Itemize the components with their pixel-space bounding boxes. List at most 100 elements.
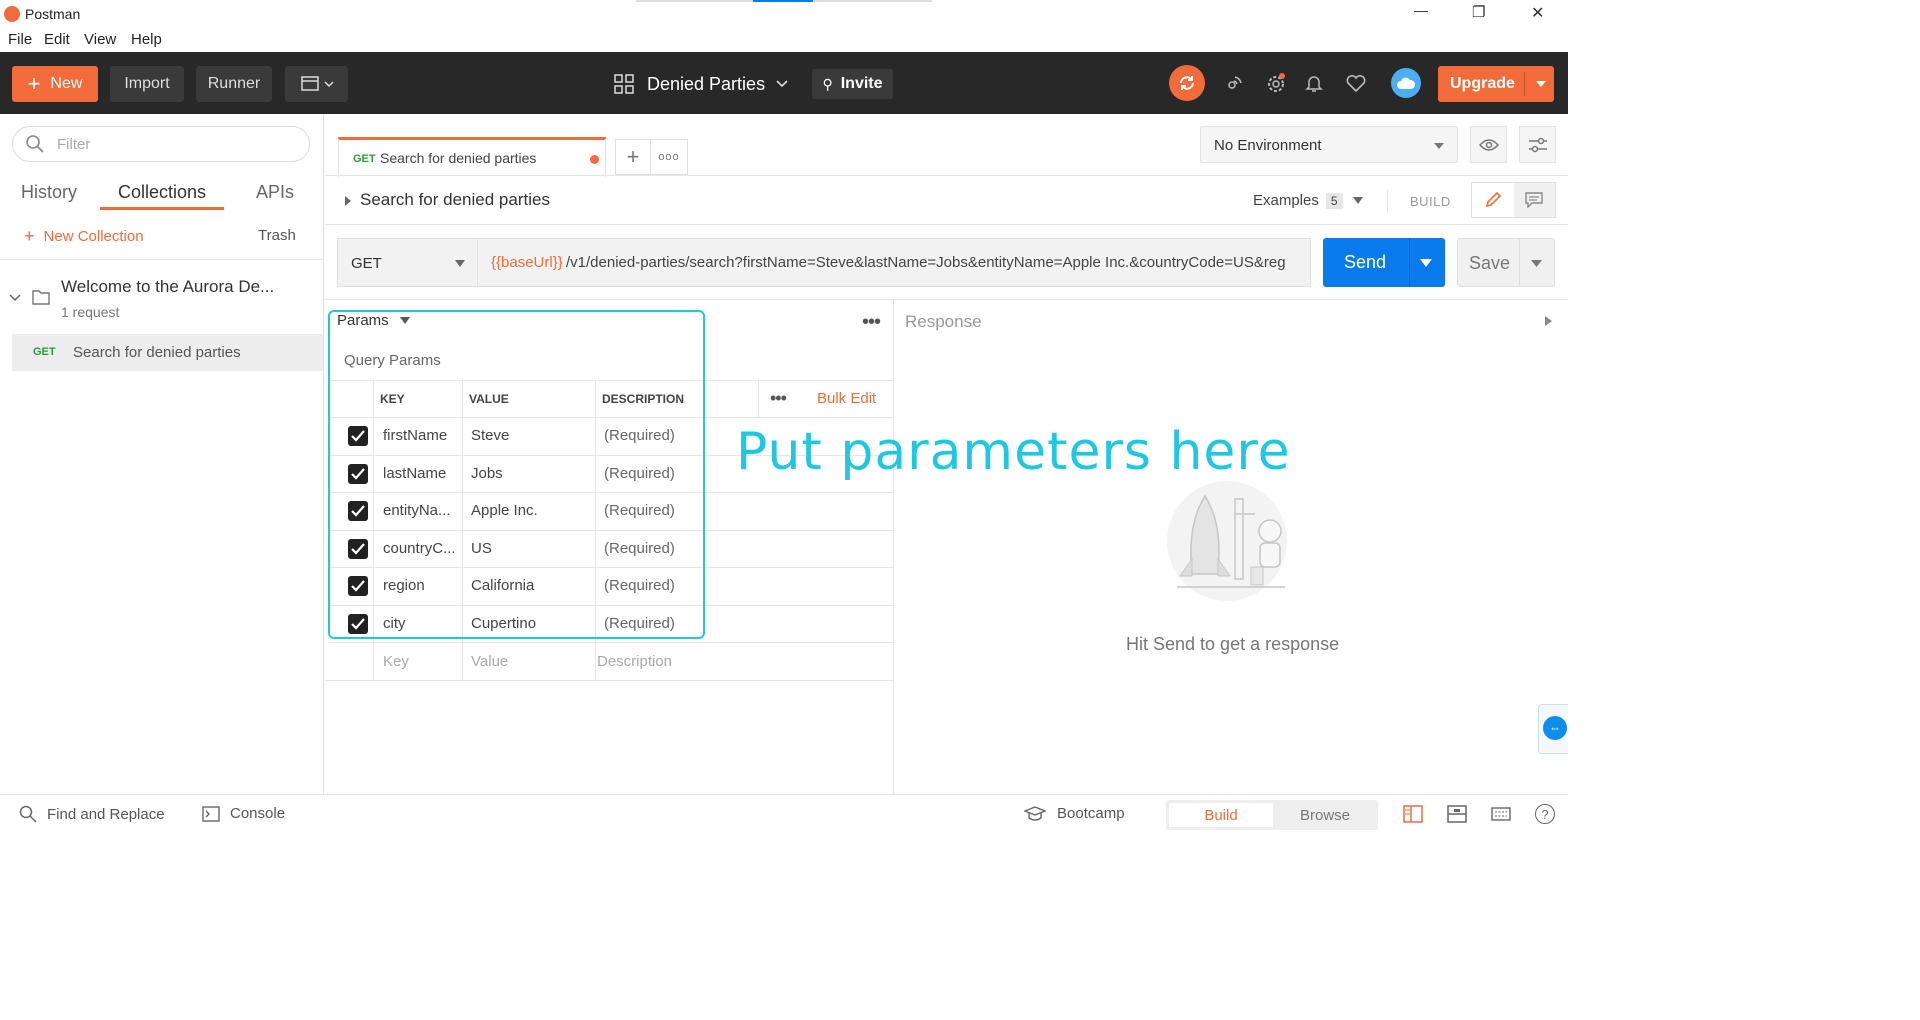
chevron-down-icon (9, 294, 21, 302)
tab-collections[interactable]: Collections (118, 182, 206, 203)
caret-right-icon[interactable] (344, 196, 352, 206)
examples-button[interactable]: Examples 5 (1253, 192, 1363, 209)
request-title[interactable]: Search for denied parties (360, 190, 550, 210)
sync-button[interactable] (1169, 65, 1205, 101)
unsaved-dot-icon (590, 155, 599, 164)
new-param-key[interactable]: Key (383, 653, 409, 670)
build-mode-toggle[interactable] (1471, 182, 1556, 218)
comments-button[interactable] (1513, 183, 1555, 217)
teamviewer-icon: ⇔ (1543, 716, 1567, 740)
runner-button[interactable]: Runner (196, 66, 272, 102)
status-bar: Find and Replace Console Bootcamp Build … (0, 794, 1568, 834)
caret-down-icon (1434, 143, 1444, 149)
settings-icon[interactable] (1265, 72, 1287, 94)
minimize-button[interactable]: — (1414, 2, 1428, 18)
build-label: BUILD (1410, 194, 1451, 209)
edit-mode-button[interactable] (1472, 183, 1514, 217)
cloud-icon (1397, 77, 1416, 89)
caret-down-icon (1352, 197, 1363, 204)
graduation-cap-icon (1024, 805, 1046, 821)
eye-icon (1478, 138, 1499, 151)
response-label: Response (905, 312, 982, 331)
window-title: Postman (25, 6, 81, 22)
filter-placeholder: Filter (57, 136, 91, 153)
keyboard-shortcuts-icon[interactable] (1491, 806, 1511, 822)
save-button[interactable]: Save (1457, 238, 1555, 287)
folder-icon (32, 290, 50, 305)
upgrade-button[interactable]: Upgrade (1438, 66, 1554, 102)
caret-down-icon (1536, 81, 1546, 87)
avatar[interactable] (1391, 68, 1421, 98)
new-button[interactable]: + New (12, 66, 98, 102)
window-plus-icon (300, 76, 334, 91)
comment-icon (1525, 192, 1543, 208)
pane-divider (893, 299, 894, 794)
menu-help[interactable]: Help (131, 31, 162, 48)
tab-history[interactable]: History (21, 182, 77, 203)
caret-down-icon (1531, 260, 1542, 267)
invite-button[interactable]: ⚲ Invite (812, 69, 893, 99)
workspace-switcher[interactable]: Denied Parties (614, 70, 789, 98)
menu-file[interactable]: File (8, 31, 32, 48)
postman-logo-icon (4, 6, 20, 22)
menu-bar: File Edit View Help (0, 28, 1568, 52)
build-browse-toggle[interactable]: Build Browse (1166, 800, 1378, 830)
url-input[interactable]: {{baseUrl}} /v1/denied-parties/search?fi… (478, 238, 1311, 287)
bulk-edit-button[interactable]: Bulk Edit (817, 390, 876, 407)
person-plus-icon: ⚲ (822, 75, 833, 92)
params-options-button[interactable]: ••• (862, 311, 881, 334)
table-options-button[interactable]: ••• (770, 388, 787, 409)
layout-icon[interactable] (1447, 805, 1467, 823)
environment-select[interactable]: No Environment (1200, 126, 1458, 163)
import-button[interactable]: Import (110, 66, 184, 102)
maximize-button[interactable]: ❐ (1472, 3, 1485, 21)
console-icon (202, 805, 220, 822)
teamviewer-widget[interactable]: ⇔ (1538, 704, 1568, 754)
caret-right-icon[interactable] (1545, 316, 1552, 326)
new-collection-button[interactable]: + New Collection (24, 226, 144, 247)
build-mode-tab[interactable]: Build (1169, 803, 1273, 827)
tab-options-button[interactable]: ooo (651, 139, 688, 175)
tab-apis[interactable]: APIs (256, 182, 294, 203)
pencil-icon (1485, 191, 1501, 208)
rocket-illustration (1157, 469, 1297, 604)
app-header: + New Import Runner Denied Parties ⚲ Inv… (0, 52, 1568, 114)
env-divider (1190, 175, 1568, 176)
new-window-button[interactable] (285, 66, 348, 102)
environment-quick-look-button[interactable] (1470, 126, 1507, 163)
menu-edit[interactable]: Edit (44, 31, 70, 48)
send-button[interactable]: Send (1323, 238, 1445, 287)
filter-input[interactable]: Filter (12, 126, 310, 162)
sliders-icon (1528, 137, 1547, 152)
url-path: /v1/denied-parties/search?firstName=Stev… (566, 254, 1286, 271)
close-button[interactable]: ✕ (1531, 3, 1544, 23)
find-replace-button[interactable]: Find and Replace (19, 805, 165, 823)
sync-icon (1180, 76, 1194, 90)
console-button[interactable]: Console (202, 805, 285, 822)
heart-icon[interactable] (1345, 73, 1367, 93)
caret-down-icon (1420, 259, 1432, 267)
tab-indicator-active (753, 0, 813, 2)
sidebar: Filter History Collections APIs + New Co… (0, 114, 324, 794)
examples-count: 5 (1325, 192, 1343, 209)
trash-button[interactable]: Trash (258, 227, 296, 244)
request-item[interactable]: GET Search for denied parties (12, 334, 323, 371)
manage-environments-button[interactable] (1519, 126, 1556, 163)
browse-mode-tab[interactable]: Browse (1273, 803, 1377, 827)
notifications-icon[interactable] (1304, 73, 1324, 93)
add-tab-button[interactable]: + (615, 139, 651, 175)
request-name: Search for denied parties (73, 344, 241, 361)
bootcamp-button[interactable]: Bootcamp (1024, 805, 1125, 822)
help-icon[interactable]: ? (1535, 804, 1555, 824)
menu-view[interactable]: View (84, 31, 116, 48)
new-param-description[interactable]: Description (597, 653, 672, 670)
title-bar: Postman — ❐ ✕ (0, 0, 1568, 28)
method-select[interactable]: GET (337, 238, 478, 287)
collection-count: 1 request (61, 304, 120, 320)
new-param-value[interactable]: Value (471, 653, 508, 670)
collection-item[interactable]: Welcome to the Aurora De... 1 request (0, 260, 324, 332)
two-pane-view-icon[interactable] (1403, 805, 1423, 823)
tab-request[interactable]: GET Search for denied parties (338, 137, 606, 177)
main-panel: GET Search for denied parties + ooo No E… (325, 114, 1568, 794)
capture-requests-icon[interactable] (1224, 73, 1244, 93)
